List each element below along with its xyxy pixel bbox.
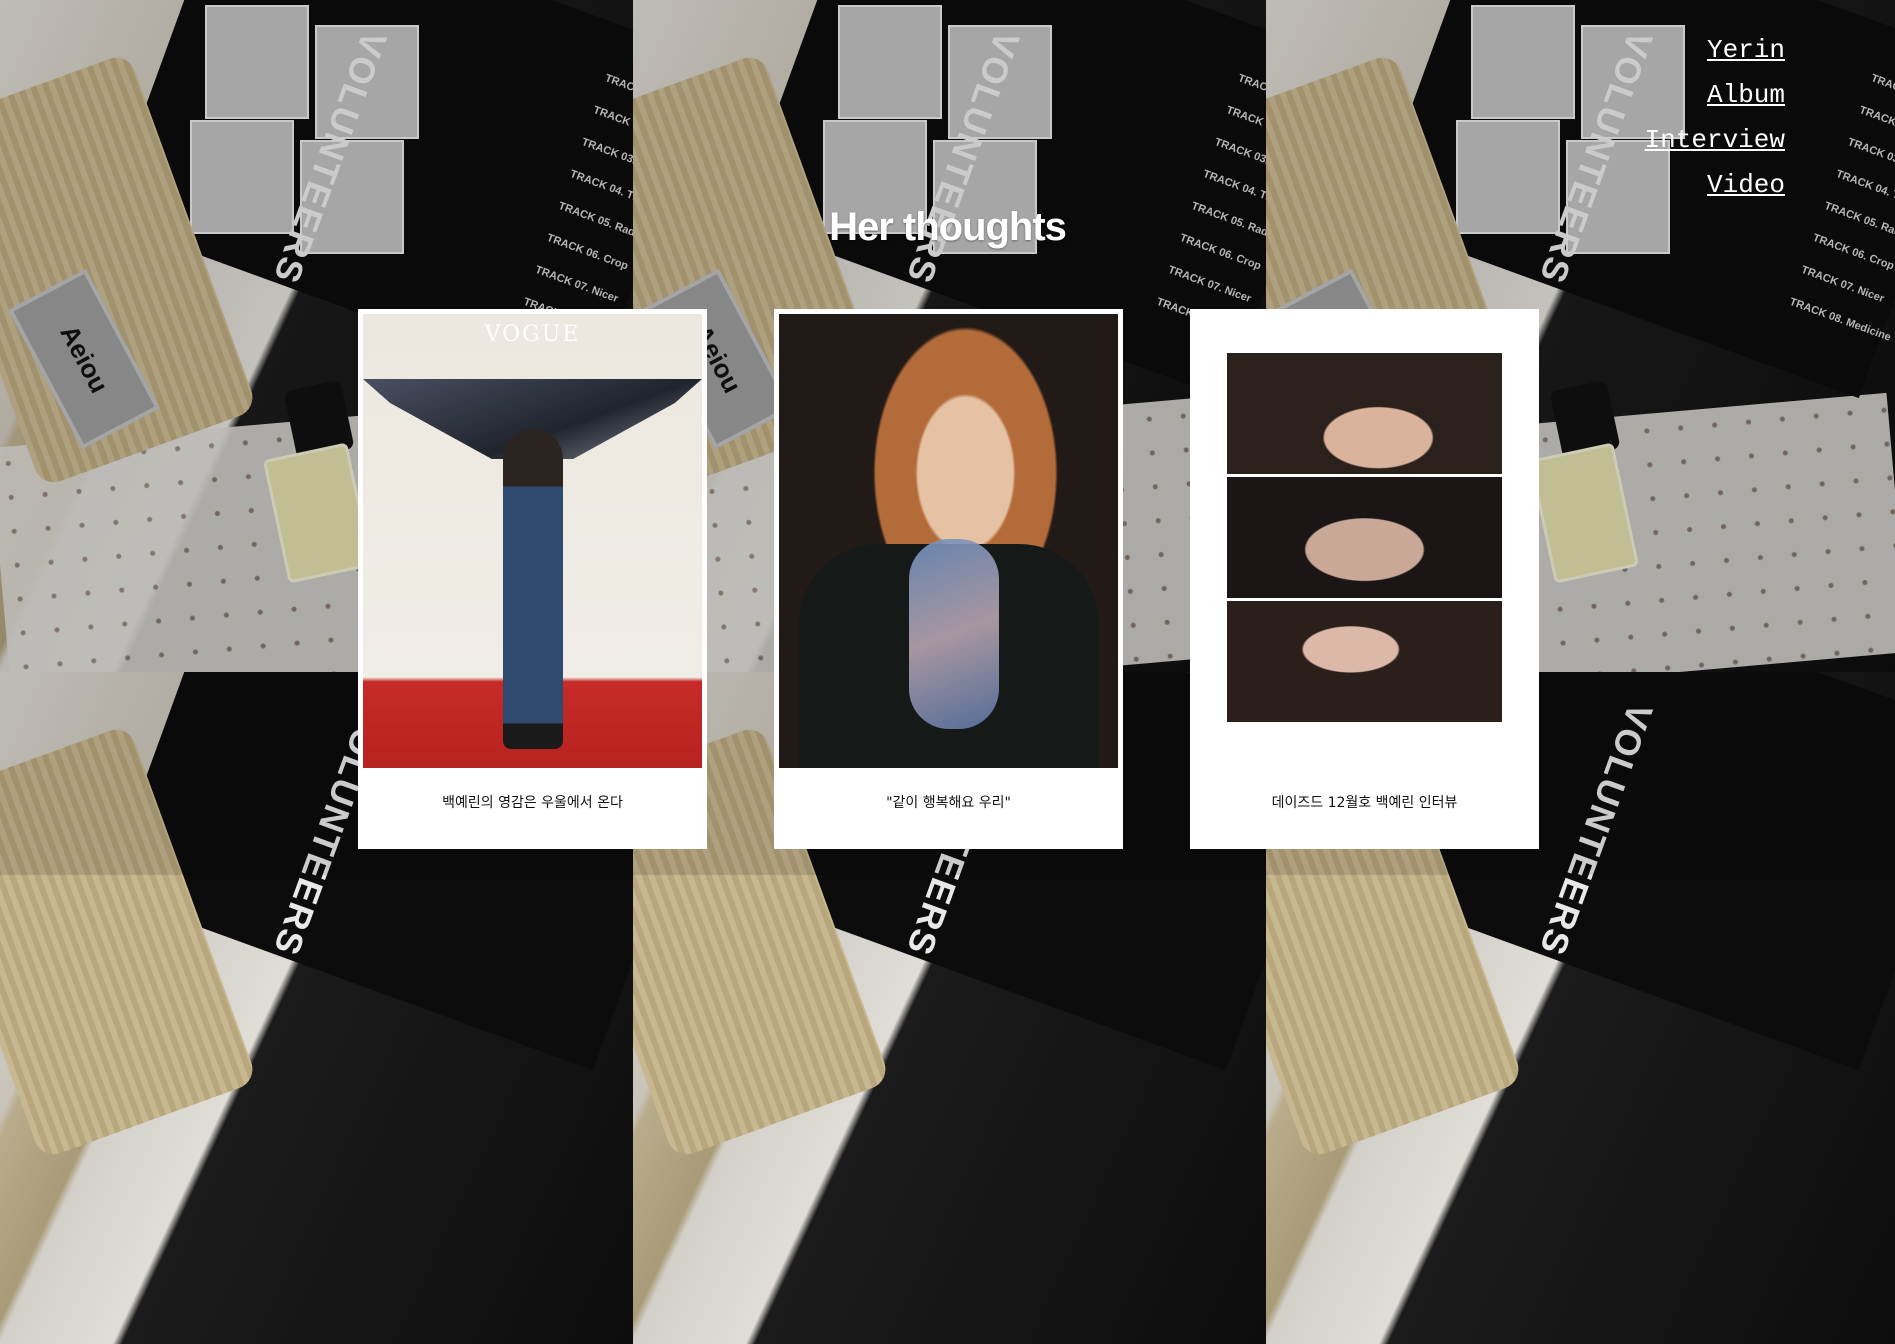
nav-link-yerin[interactable]: Yerin	[1645, 28, 1785, 73]
nav-link-album[interactable]: Album	[1645, 73, 1785, 118]
card-caption[interactable]: 데이즈드 12월호 백예린 인터뷰	[1190, 792, 1539, 812]
article-card-vogue[interactable]: VOGUE 백예린의 영감은 우울에서 온다	[358, 309, 707, 849]
card-image-strip	[1227, 601, 1502, 722]
card-image	[779, 314, 1118, 768]
card-caption[interactable]: 백예린의 영감은 우울에서 온다	[358, 792, 707, 812]
nav-link-video[interactable]: Video	[1645, 163, 1785, 208]
vogue-masthead: VOGUE	[484, 322, 581, 347]
card-image: VOGUE	[363, 314, 702, 768]
article-card-quote[interactable]: "같이 행복해요 우리"	[774, 309, 1123, 849]
article-card-dazed[interactable]: 데이즈드 12월호 백예린 인터뷰	[1190, 309, 1539, 849]
card-image-strip	[1227, 477, 1502, 598]
main-nav: Yerin Album Interview Video	[1645, 28, 1785, 208]
card-caption[interactable]: "같이 행복해요 우리"	[774, 792, 1123, 812]
section-title: Her thoughts	[829, 205, 1067, 249]
nav-link-interview[interactable]: Interview	[1645, 118, 1785, 163]
card-image-strip	[1227, 353, 1502, 474]
